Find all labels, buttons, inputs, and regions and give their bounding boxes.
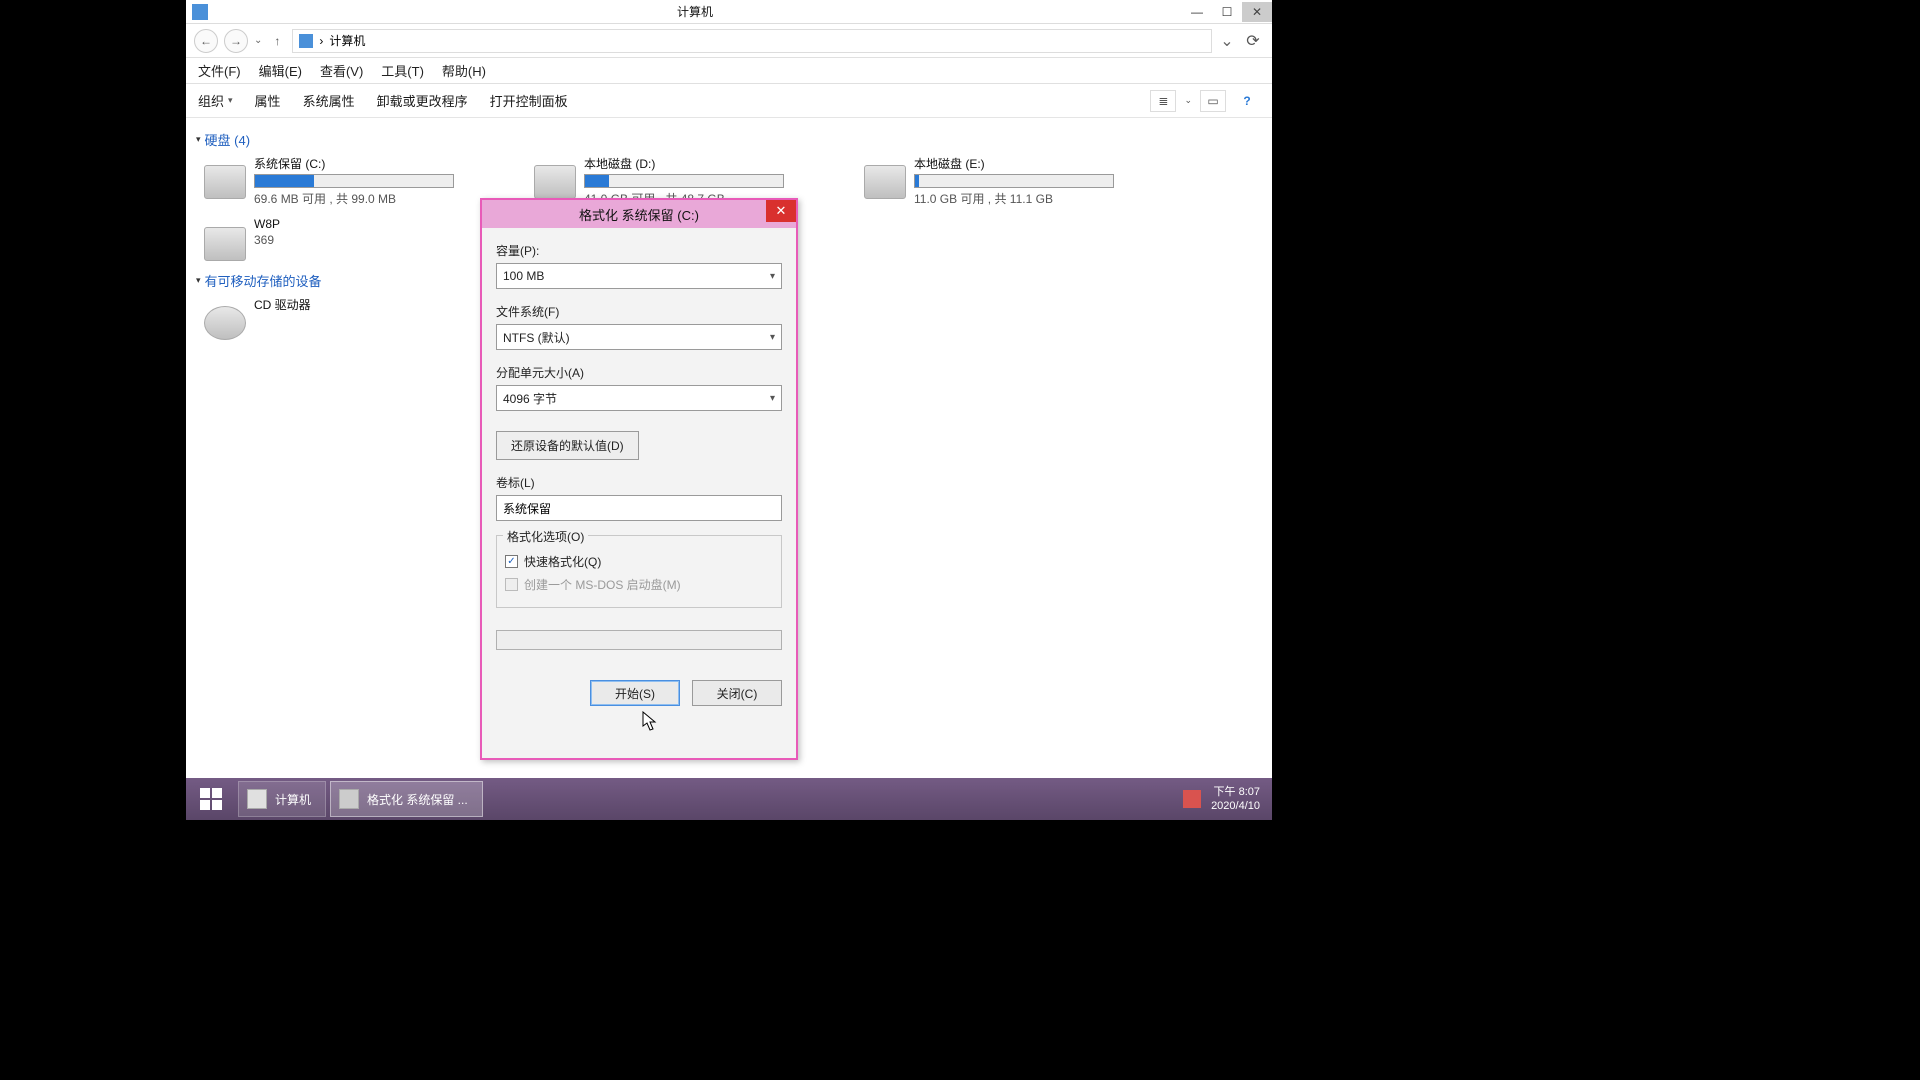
view-options-dropdown[interactable]: ⌄ <box>1184 95 1192 106</box>
format-options-group: 格式化选项(O) ✓ 快速格式化(Q) 创建一个 MS-DOS 启动盘(M) <box>496 535 782 608</box>
nav-bar: ← → ⌄ ↑ › 计算机 ⌄ ⟳ <box>186 24 1272 58</box>
system-tray: 下午 8:07 2020/4/10 <box>1183 785 1272 813</box>
drive-e-stats: 11.0 GB 可用 , 共 11.1 GB <box>914 190 1134 207</box>
maximize-button[interactable]: ☐ <box>1212 2 1242 22</box>
window-titlebar: 计算机 — ☐ ✕ <box>186 0 1272 24</box>
help-button[interactable]: ? <box>1234 90 1260 112</box>
drive-e-usage-bar <box>914 174 1114 188</box>
drive-c-label: 系统保留 (C:) <box>254 155 474 172</box>
taskbar-item-format[interactable]: 格式化 系统保留 ... <box>330 781 483 817</box>
quick-format-label: 快速格式化(Q) <box>524 553 601 570</box>
drive-c-usage-bar <box>254 174 454 188</box>
hdd-icon <box>534 165 576 199</box>
taskbar-clock[interactable]: 下午 8:07 2020/4/10 <box>1211 785 1260 813</box>
breadcrumb-sep: › <box>319 34 323 48</box>
menu-view[interactable]: 查看(V) <box>320 61 363 80</box>
taskbar: 计算机 格式化 系统保留 ... 下午 8:07 2020/4/10 <box>186 778 1272 820</box>
open-control-panel-button[interactable]: 打开控制面板 <box>490 91 568 110</box>
nav-history-dropdown[interactable]: ⌄ <box>254 35 262 46</box>
drive-e[interactable]: 本地磁盘 (E:) 11.0 GB 可用 , 共 11.1 GB <box>864 155 1134 207</box>
drive-d-usage-bar <box>584 174 784 188</box>
format-dialog: 格式化 系统保留 (C:) ✕ 容量(P): 100 MB 文件系统(F) NT… <box>480 198 798 760</box>
view-options-button[interactable]: ≣ <box>1150 90 1176 112</box>
close-button[interactable]: ✕ <box>1242 2 1272 22</box>
drive-w8p-stats: 369 <box>254 233 474 247</box>
computer-icon <box>299 34 313 48</box>
clock-time: 下午 8:07 <box>1211 785 1260 799</box>
hdd-icon <box>864 165 906 199</box>
menu-bar: 文件(F) 编辑(E) 查看(V) 工具(T) 帮助(H) <box>186 58 1272 84</box>
menu-edit[interactable]: 编辑(E) <box>259 61 302 80</box>
drive-d-label: 本地磁盘 (D:) <box>584 155 804 172</box>
msdos-boot-checkbox: 创建一个 MS-DOS 启动盘(M) <box>505 576 773 593</box>
dialog-title: 格式化 系统保留 (C:) <box>579 205 699 224</box>
taskbar-item-explorer[interactable]: 计算机 <box>238 781 326 817</box>
drive-w8p-label: W8P <box>254 217 474 231</box>
windows-logo-icon <box>199 787 223 811</box>
hdd-icon <box>204 165 246 199</box>
drive-c[interactable]: 系统保留 (C:) 69.6 MB 可用 , 共 99.0 MB <box>204 155 474 207</box>
app-icon <box>192 4 208 20</box>
properties-button[interactable]: 属性 <box>255 91 281 110</box>
volume-label-label: 卷标(L) <box>496 474 782 491</box>
clock-date: 2020/4/10 <box>1211 799 1260 813</box>
nav-back-button[interactable]: ← <box>194 29 218 53</box>
menu-tools[interactable]: 工具(T) <box>381 61 424 80</box>
format-options-label: 格式化选项(O) <box>503 528 588 545</box>
command-bar: 组织 属性 系统属性 卸载或更改程序 打开控制面板 ≣ ⌄ ▭ ? <box>186 84 1272 118</box>
organize-button[interactable]: 组织 <box>198 91 233 110</box>
group-hdd-label: 硬盘 (4) <box>205 130 251 149</box>
taskbar-format-label: 格式化 系统保留 ... <box>367 791 468 808</box>
allocation-label: 分配单元大小(A) <box>496 364 782 381</box>
refresh-button[interactable]: ⟳ <box>1242 30 1264 52</box>
checkbox-checked-icon: ✓ <box>505 555 518 568</box>
collapse-icon: ▾ <box>196 134 201 145</box>
cd-icon <box>204 306 246 340</box>
cd-drive[interactable]: CD 驱动器 <box>204 296 474 340</box>
start-button[interactable]: 开始(S) <box>590 680 680 706</box>
explorer-icon <box>247 789 267 809</box>
address-bar[interactable]: › 计算机 <box>292 29 1212 53</box>
uninstall-programs-button[interactable]: 卸载或更改程序 <box>377 91 468 110</box>
quick-format-checkbox[interactable]: ✓ 快速格式化(Q) <box>505 553 773 570</box>
breadcrumb-computer[interactable]: 计算机 <box>329 32 365 49</box>
nav-up-button[interactable]: ↑ <box>268 32 286 50</box>
menu-file[interactable]: 文件(F) <box>198 61 241 80</box>
window-title: 计算机 <box>208 3 1182 20</box>
cd-drive-label: CD 驱动器 <box>254 296 474 313</box>
start-button[interactable] <box>186 778 236 820</box>
collapse-icon: ▾ <box>196 275 201 286</box>
dialog-close-button[interactable]: ✕ <box>766 200 796 222</box>
nav-forward-button[interactable]: → <box>224 29 248 53</box>
format-progress-bar <box>496 630 782 650</box>
drive-e-label: 本地磁盘 (E:) <box>914 155 1134 172</box>
drive-c-stats: 69.6 MB 可用 , 共 99.0 MB <box>254 190 474 207</box>
menu-help[interactable]: 帮助(H) <box>442 61 486 80</box>
minimize-button[interactable]: — <box>1182 2 1212 22</box>
volume-label-input[interactable] <box>496 495 782 521</box>
filesystem-select[interactable]: NTFS (默认) <box>496 324 782 350</box>
close-dialog-button[interactable]: 关闭(C) <box>692 680 782 706</box>
address-dropdown[interactable]: ⌄ <box>1218 31 1236 51</box>
capacity-label: 容量(P): <box>496 242 782 259</box>
system-properties-button[interactable]: 系统属性 <box>303 91 355 110</box>
group-hard-drives[interactable]: ▾ 硬盘 (4) <box>196 130 1262 149</box>
tray-app-icon[interactable] <box>1183 790 1201 808</box>
filesystem-label: 文件系统(F) <box>496 303 782 320</box>
capacity-select[interactable]: 100 MB <box>496 263 782 289</box>
preview-pane-button[interactable]: ▭ <box>1200 90 1226 112</box>
checkbox-disabled-icon <box>505 578 518 591</box>
taskbar-explorer-label: 计算机 <box>275 791 311 808</box>
drive-w8p[interactable]: W8P 369 <box>204 217 474 261</box>
group-removable-label: 有可移动存储的设备 <box>205 271 322 290</box>
allocation-select[interactable]: 4096 字节 <box>496 385 782 411</box>
msdos-boot-label: 创建一个 MS-DOS 启动盘(M) <box>524 576 681 593</box>
hdd-icon <box>204 227 246 261</box>
drive-icon <box>339 789 359 809</box>
dialog-titlebar[interactable]: 格式化 系统保留 (C:) ✕ <box>482 200 796 228</box>
restore-defaults-button[interactable]: 还原设备的默认值(D) <box>496 431 639 460</box>
